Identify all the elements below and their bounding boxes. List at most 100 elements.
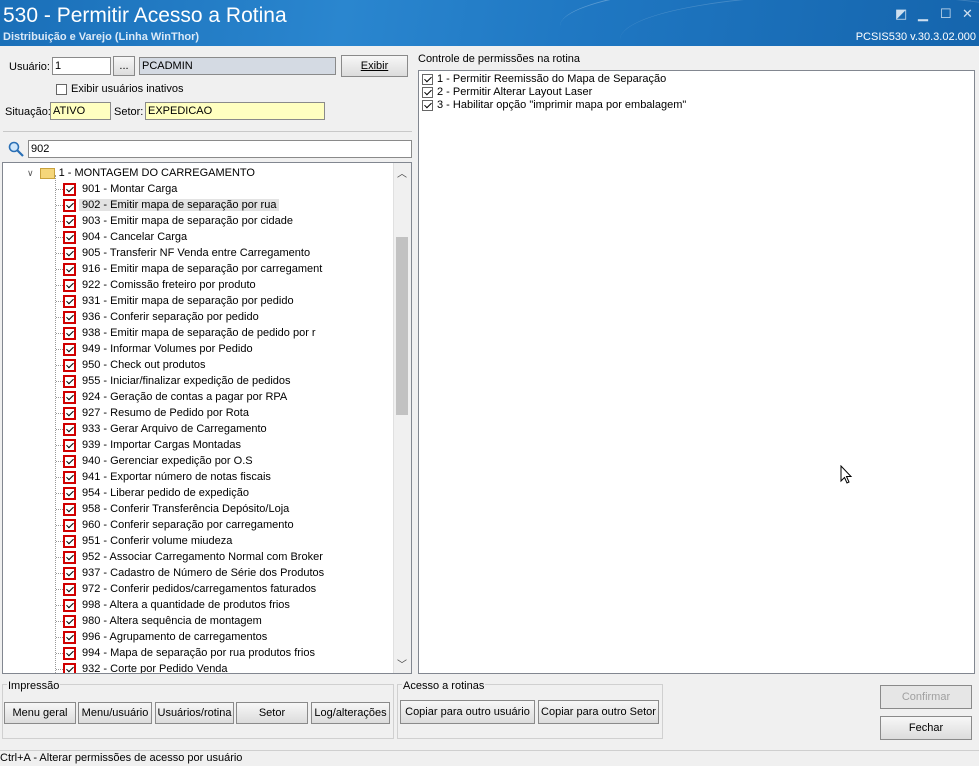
tree-item-checkbox[interactable] — [63, 438, 76, 452]
inativos-checkbox-box[interactable] — [56, 83, 67, 95]
tree-item-checkbox[interactable] — [63, 358, 76, 372]
tree-scrollbar[interactable]: ︿ ﹀ — [393, 163, 411, 673]
tree-item[interactable]: 972 - Conferir pedidos/carregamentos fat… — [56, 581, 319, 597]
tree-item-checkbox[interactable] — [63, 262, 76, 276]
scroll-thumb[interactable] — [396, 237, 408, 415]
tree-item[interactable]: 994 - Mapa de separação por rua produtos… — [56, 645, 318, 661]
tree-item[interactable]: 960 - Conferir separação por carregament… — [56, 517, 297, 533]
tree-item[interactable]: 980 - Altera sequência de montagem — [56, 613, 265, 629]
tree-item[interactable]: 904 - Cancelar Carga — [56, 229, 190, 245]
tree-connector — [56, 252, 63, 254]
tree-item[interactable]: 933 - Gerar Arquivo de Carregamento — [56, 421, 270, 437]
search-input[interactable]: 902 — [28, 140, 412, 158]
scroll-down-icon[interactable]: ﹀ — [397, 656, 407, 671]
permission-checkbox[interactable] — [422, 99, 433, 111]
menu-geral-button[interactable]: Menu geral — [4, 702, 76, 724]
scroll-up-icon[interactable]: ︿ — [397, 165, 407, 180]
tree-item[interactable]: 938 - Emitir mapa de separação de pedido… — [56, 325, 319, 341]
tree-item[interactable]: 922 - Comissão freteiro por produto — [56, 277, 259, 293]
tree-item-checkbox[interactable] — [63, 486, 76, 500]
tree-item[interactable]: 901 - Montar Carga — [56, 181, 180, 197]
tree-item-checkbox[interactable] — [63, 614, 76, 628]
tree-item[interactable]: 932 - Corte por Pedido Venda — [56, 661, 231, 674]
chevron-down-icon[interactable]: ∨ — [27, 168, 34, 178]
tree-item-checkbox[interactable] — [63, 662, 76, 673]
tree-item[interactable]: 927 - Resumo de Pedido por Rota — [56, 405, 252, 421]
maximize-icon[interactable]: ☐ — [940, 6, 952, 22]
tree-item[interactable]: 958 - Conferir Transferência Depósito/Lo… — [56, 501, 292, 517]
tree-item[interactable]: 939 - Importar Cargas Montadas — [56, 437, 244, 453]
tree-item[interactable]: 916 - Emitir mapa de separação por carre… — [56, 261, 325, 277]
setor-button[interactable]: Setor — [236, 702, 308, 724]
tree-item-checkbox[interactable] — [63, 630, 76, 644]
usuario-code-input[interactable]: 1 — [52, 57, 111, 75]
tree-item-label: 924 - Geração de contas a pagar por RPA — [82, 391, 288, 403]
tree-item-checkbox[interactable] — [63, 582, 76, 596]
tree-item[interactable]: 950 - Check out produtos — [56, 357, 209, 373]
tree-item[interactable]: 941 - Exportar número de notas fiscais — [56, 469, 274, 485]
tree-item-checkbox[interactable] — [63, 246, 76, 260]
menu-usuario-button[interactable]: Menu/usuário — [78, 702, 152, 724]
log-alteracoes-button[interactable]: Log/alterações — [311, 702, 390, 724]
tree-item-checkbox[interactable] — [63, 390, 76, 404]
usuarios-rotina-button[interactable]: Usuários/rotina — [155, 702, 234, 724]
tree-item[interactable]: 936 - Conferir separação por pedido — [56, 309, 262, 325]
tree-item-checkbox[interactable] — [63, 454, 76, 468]
user-lookup-button[interactable]: ... — [113, 56, 135, 76]
tree-item-checkbox[interactable] — [63, 406, 76, 420]
tree-item[interactable]: 951 - Conferir volume miudeza — [56, 533, 235, 549]
tree-item[interactable]: 949 - Informar Volumes por Pedido — [56, 341, 256, 357]
tree-item[interactable]: 924 - Geração de contas a pagar por RPA — [56, 389, 290, 405]
tree-root-node[interactable]: ∨ 1 - MONTAGEM DO CARREGAMENTO — [27, 165, 255, 181]
tree-item-checkbox[interactable] — [63, 278, 76, 292]
tree-item[interactable]: 903 - Emitir mapa de separação por cidad… — [56, 213, 296, 229]
tree-item-checkbox[interactable] — [63, 422, 76, 436]
tree-item-checkbox[interactable] — [63, 326, 76, 340]
situacao-label: Situação: — [5, 106, 51, 118]
tree-item-checkbox[interactable] — [63, 214, 76, 228]
copy-to-setor-button[interactable]: Copiar para outro Setor — [538, 700, 659, 724]
permission-checkbox[interactable] — [422, 73, 433, 85]
tree-item[interactable]: 905 - Transferir NF Venda entre Carregam… — [56, 245, 313, 261]
inativos-checkbox[interactable] — [56, 83, 67, 95]
tree-item[interactable]: 931 - Emitir mapa de separação por pedid… — [56, 293, 297, 309]
tree-item[interactable]: 937 - Cadastro de Número de Série dos Pr… — [56, 565, 327, 581]
tree-item-label: 932 - Corte por Pedido Venda — [82, 663, 228, 674]
tree-item-checkbox[interactable] — [63, 230, 76, 244]
close-icon[interactable]: ✕ — [962, 6, 973, 22]
minimize-icon[interactable]: ▁ — [918, 6, 928, 22]
permission-item[interactable]: 1 - Permitir Reemissão do Mapa de Separa… — [422, 73, 666, 86]
tree-item[interactable]: 940 - Gerenciar expedição por O.S — [56, 453, 256, 469]
tree-item-checkbox[interactable] — [63, 182, 76, 196]
tree-connector — [56, 300, 63, 302]
tree-item-checkbox[interactable] — [63, 550, 76, 564]
tree-item[interactable]: 996 - Agrupamento de carregamentos — [56, 629, 270, 645]
permissions-list[interactable]: 1 - Permitir Reemissão do Mapa de Separa… — [418, 70, 975, 674]
tree-item-checkbox[interactable] — [63, 534, 76, 548]
tree-item[interactable]: 952 - Associar Carregamento Normal com B… — [56, 549, 326, 565]
routine-tree[interactable]: ∨ 1 - MONTAGEM DO CARREGAMENTO 901 - Mont… — [2, 162, 412, 674]
tree-item-checkbox[interactable] — [63, 646, 76, 660]
fechar-button[interactable]: Fechar — [880, 716, 972, 740]
restore-icon[interactable]: ◩ — [895, 6, 907, 22]
permission-item[interactable]: 2 - Permitir Alterar Layout Laser — [422, 86, 592, 99]
tree-item-checkbox[interactable] — [63, 374, 76, 388]
tree-item-checkbox[interactable] — [63, 518, 76, 532]
tree-item-checkbox[interactable] — [63, 566, 76, 580]
tree-item-checkbox[interactable] — [63, 598, 76, 612]
tree-item[interactable]: 954 - Liberar pedido de expedição — [56, 485, 252, 501]
tree-item-checkbox[interactable] — [63, 294, 76, 308]
permission-checkbox[interactable] — [422, 86, 433, 98]
tree-item-checkbox[interactable] — [63, 502, 76, 516]
tree-item[interactable]: 955 - Iniciar/finalizar expedição de ped… — [56, 373, 294, 389]
tree-item-checkbox[interactable] — [63, 310, 76, 324]
tree-item[interactable]: 998 - Altera a quantidade de produtos fr… — [56, 597, 293, 613]
tree-item-checkbox[interactable] — [63, 470, 76, 484]
tree-item-checkbox[interactable] — [63, 198, 76, 212]
tree-item[interactable]: 902 - Emitir mapa de separação por rua — [56, 197, 280, 213]
tree-item-checkbox[interactable] — [63, 342, 76, 356]
permission-item[interactable]: 3 - Habilitar opção "imprimir mapa por e… — [422, 99, 686, 112]
confirmar-button[interactable]: Confirmar — [880, 685, 972, 709]
exibir-button[interactable]: Exibir — [341, 55, 408, 77]
copy-to-user-button[interactable]: Copiar para outro usuário — [400, 700, 535, 724]
